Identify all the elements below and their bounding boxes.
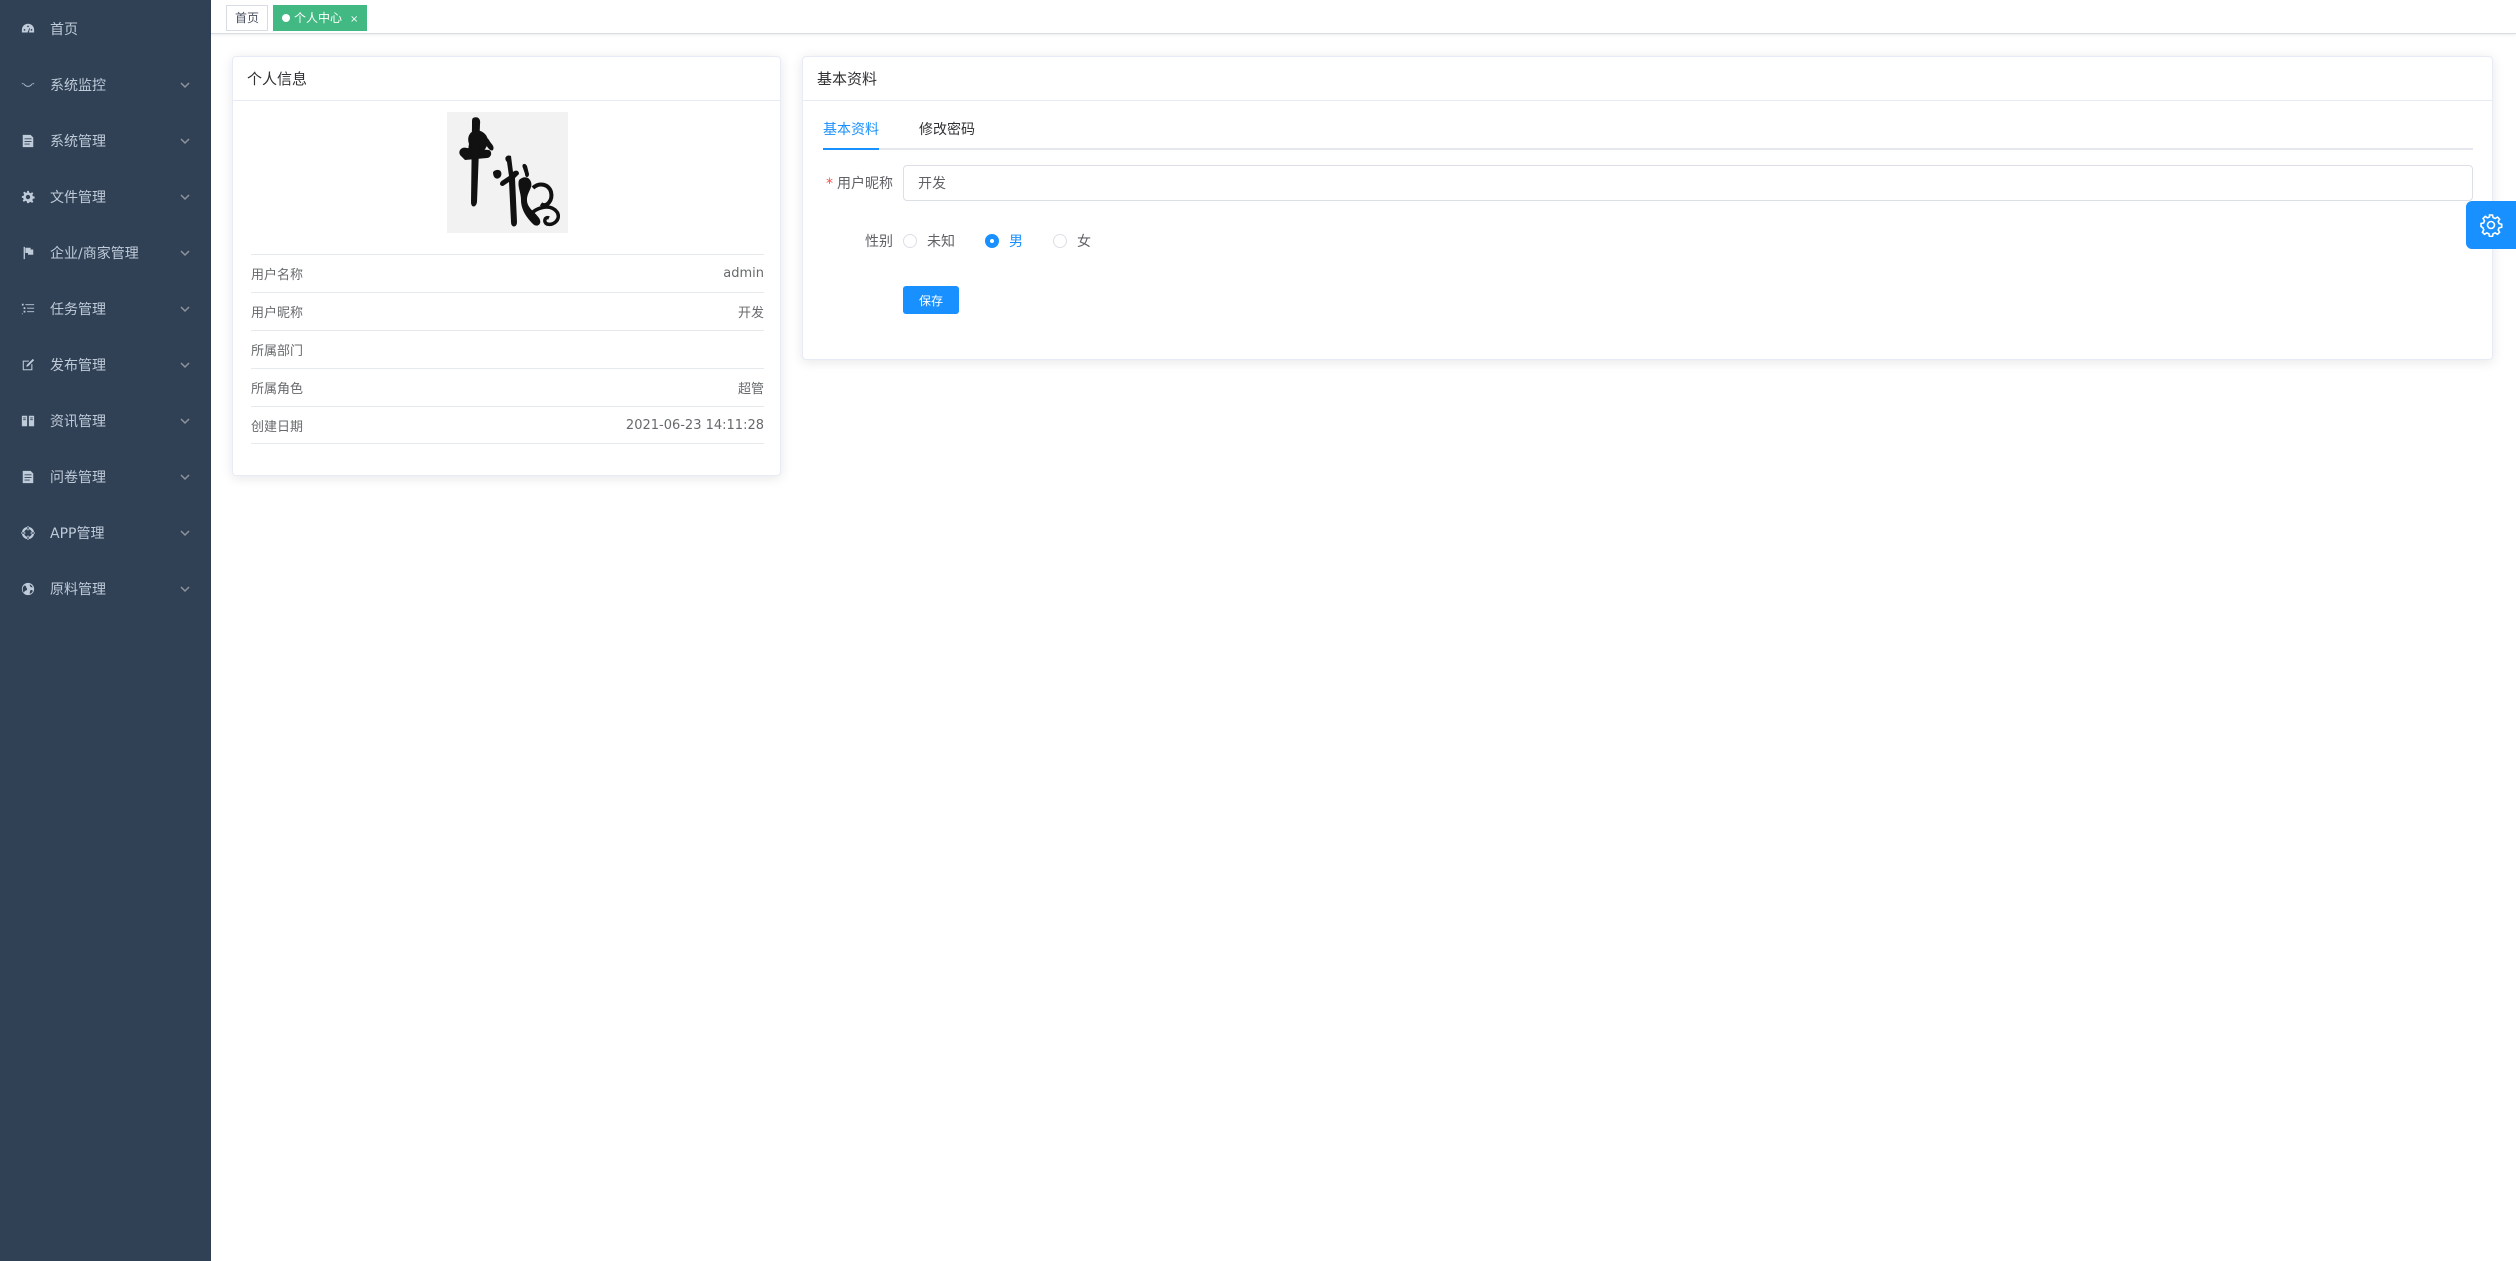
nickname-label: * 用户昵称: [803, 173, 893, 193]
save-button[interactable]: 保存: [903, 286, 959, 314]
info-row-created: 创建日期 2021-06-23 14:11:28: [251, 406, 764, 444]
tag-label: 个人中心: [294, 11, 343, 25]
info-key: 用户昵称: [251, 306, 304, 321]
chevron-down-icon: [179, 135, 191, 147]
info-value: 2021-06-23 14:11:28: [625, 417, 764, 433]
gender-radio-male[interactable]: 男: [985, 231, 1023, 251]
globe-icon: [20, 581, 36, 597]
sidebar-item-label: 系统管理: [50, 134, 106, 150]
chevron-down-icon: [179, 247, 191, 259]
sidebar-item-material[interactable]: 原料管理: [0, 561, 211, 617]
info-row-department: 所属部门: [251, 330, 764, 368]
sidebar-item-survey[interactable]: 问卷管理: [0, 449, 211, 505]
info-key: 用户名称: [251, 268, 304, 283]
avatar[interactable]: [447, 112, 568, 233]
sidebar-item-label: 系统监控: [50, 78, 106, 94]
radio-circle: [985, 234, 999, 248]
profile-card: 个人信息 用户名称 admin 用户昵称 开发 所属部门 所属角色 超管 创建日…: [232, 56, 781, 476]
sidebar-item-app[interactable]: APP管理: [0, 505, 211, 561]
tag-home[interactable]: 首页: [226, 5, 269, 31]
sidebar: 首页 系统监控 系统管理 文件管理 企业/商家管理 任务管理 发布管理 资讯管理…: [0, 0, 211, 1261]
nickname-label-text: 用户昵称: [837, 176, 893, 192]
profile-card-header: 个人信息: [233, 57, 780, 101]
monitor-icon: [20, 77, 36, 93]
settings-button[interactable]: [2466, 201, 2516, 249]
chevron-down-icon: [179, 415, 191, 427]
chevron-down-icon: [179, 359, 191, 371]
sidebar-item-monitor[interactable]: 系统监控: [0, 57, 211, 113]
sidebar-item-label: 任务管理: [50, 302, 106, 318]
active-dot-icon: [282, 14, 290, 22]
info-value: admin: [723, 266, 764, 281]
form-icon: [20, 469, 36, 485]
sidebar-item-system[interactable]: 系统管理: [0, 113, 211, 169]
info-key: 所属角色: [251, 382, 304, 397]
radio-circle: [1053, 234, 1067, 248]
avatar-image: [447, 112, 568, 233]
sidebar-item-label: 首页: [50, 22, 78, 38]
tag-label: 首页: [235, 11, 260, 25]
chevron-down-icon: [179, 583, 191, 595]
chevron-down-icon: [179, 191, 191, 203]
sidebar-item-label: 问卷管理: [50, 470, 106, 486]
gender-label: 性别: [865, 234, 893, 250]
gender-radio-unknown[interactable]: 未知: [903, 231, 955, 251]
radio-label: 男: [1009, 234, 1023, 250]
info-key: 所属部门: [251, 344, 304, 359]
sidebar-item-files[interactable]: 文件管理: [0, 169, 211, 225]
list-icon: [20, 301, 36, 317]
sidebar-item-publish[interactable]: 发布管理: [0, 337, 211, 393]
radio-circle: [903, 234, 917, 248]
tab-basic-info[interactable]: 基本资料: [823, 112, 879, 150]
gear-icon: [20, 189, 36, 205]
tags-view: 首页 个人中心 ×: [211, 0, 2516, 34]
chevron-down-icon: [179, 79, 191, 91]
required-mark: *: [826, 176, 833, 192]
gear-icon: [2480, 214, 2503, 237]
basic-info-card: 基本资料 基本资料 修改密码 * 用户昵称 开发 性别 未知 男 女 保存: [802, 56, 2493, 360]
sidebar-item-enterprise[interactable]: 企业/商家管理: [0, 225, 211, 281]
chevron-down-icon: [179, 527, 191, 539]
card-title: 个人信息: [247, 70, 308, 88]
book-icon: [20, 413, 36, 429]
sidebar-item-label: APP管理: [50, 526, 105, 542]
sidebar-item-home[interactable]: 首页: [0, 1, 211, 57]
nickname-input[interactable]: 开发: [903, 165, 2473, 201]
close-icon[interactable]: ×: [350, 14, 358, 25]
sidebar-item-label: 企业/商家管理: [50, 246, 139, 262]
sidebar-item-label: 文件管理: [50, 190, 106, 206]
basic-card-header: 基本资料: [803, 57, 2492, 101]
sidebar-item-label: 发布管理: [50, 358, 106, 374]
app-icon: [20, 525, 36, 541]
basic-tabs: 基本资料 修改密码: [823, 112, 2473, 150]
tag-profile[interactable]: 个人中心 ×: [273, 5, 368, 31]
flag-icon: [20, 245, 36, 261]
tab-change-password[interactable]: 修改密码: [919, 112, 975, 150]
info-row-username: 用户名称 admin: [251, 254, 764, 292]
chevron-down-icon: [179, 471, 191, 483]
system-icon: [20, 133, 36, 149]
radio-label: 未知: [927, 234, 955, 250]
sidebar-item-label: 原料管理: [50, 582, 106, 598]
dashboard-icon: [20, 21, 36, 37]
info-value: 超管: [737, 382, 764, 397]
profile-info-list: 用户名称 admin 用户昵称 开发 所属部门 所属角色 超管 创建日期 202…: [251, 254, 764, 444]
sidebar-item-label: 资讯管理: [50, 414, 106, 430]
sidebar-item-tasks[interactable]: 任务管理: [0, 281, 211, 337]
chevron-down-icon: [179, 303, 191, 315]
info-row-nickname: 用户昵称 开发: [251, 292, 764, 330]
radio-label: 女: [1077, 234, 1091, 250]
info-row-role: 所属角色 超管: [251, 368, 764, 406]
edit-icon: [20, 357, 36, 373]
info-value: 开发: [737, 306, 764, 321]
card-title: 基本资料: [817, 70, 878, 88]
info-key: 创建日期: [251, 419, 304, 435]
sidebar-item-news[interactable]: 资讯管理: [0, 393, 211, 449]
gender-radio-female[interactable]: 女: [1053, 231, 1091, 251]
